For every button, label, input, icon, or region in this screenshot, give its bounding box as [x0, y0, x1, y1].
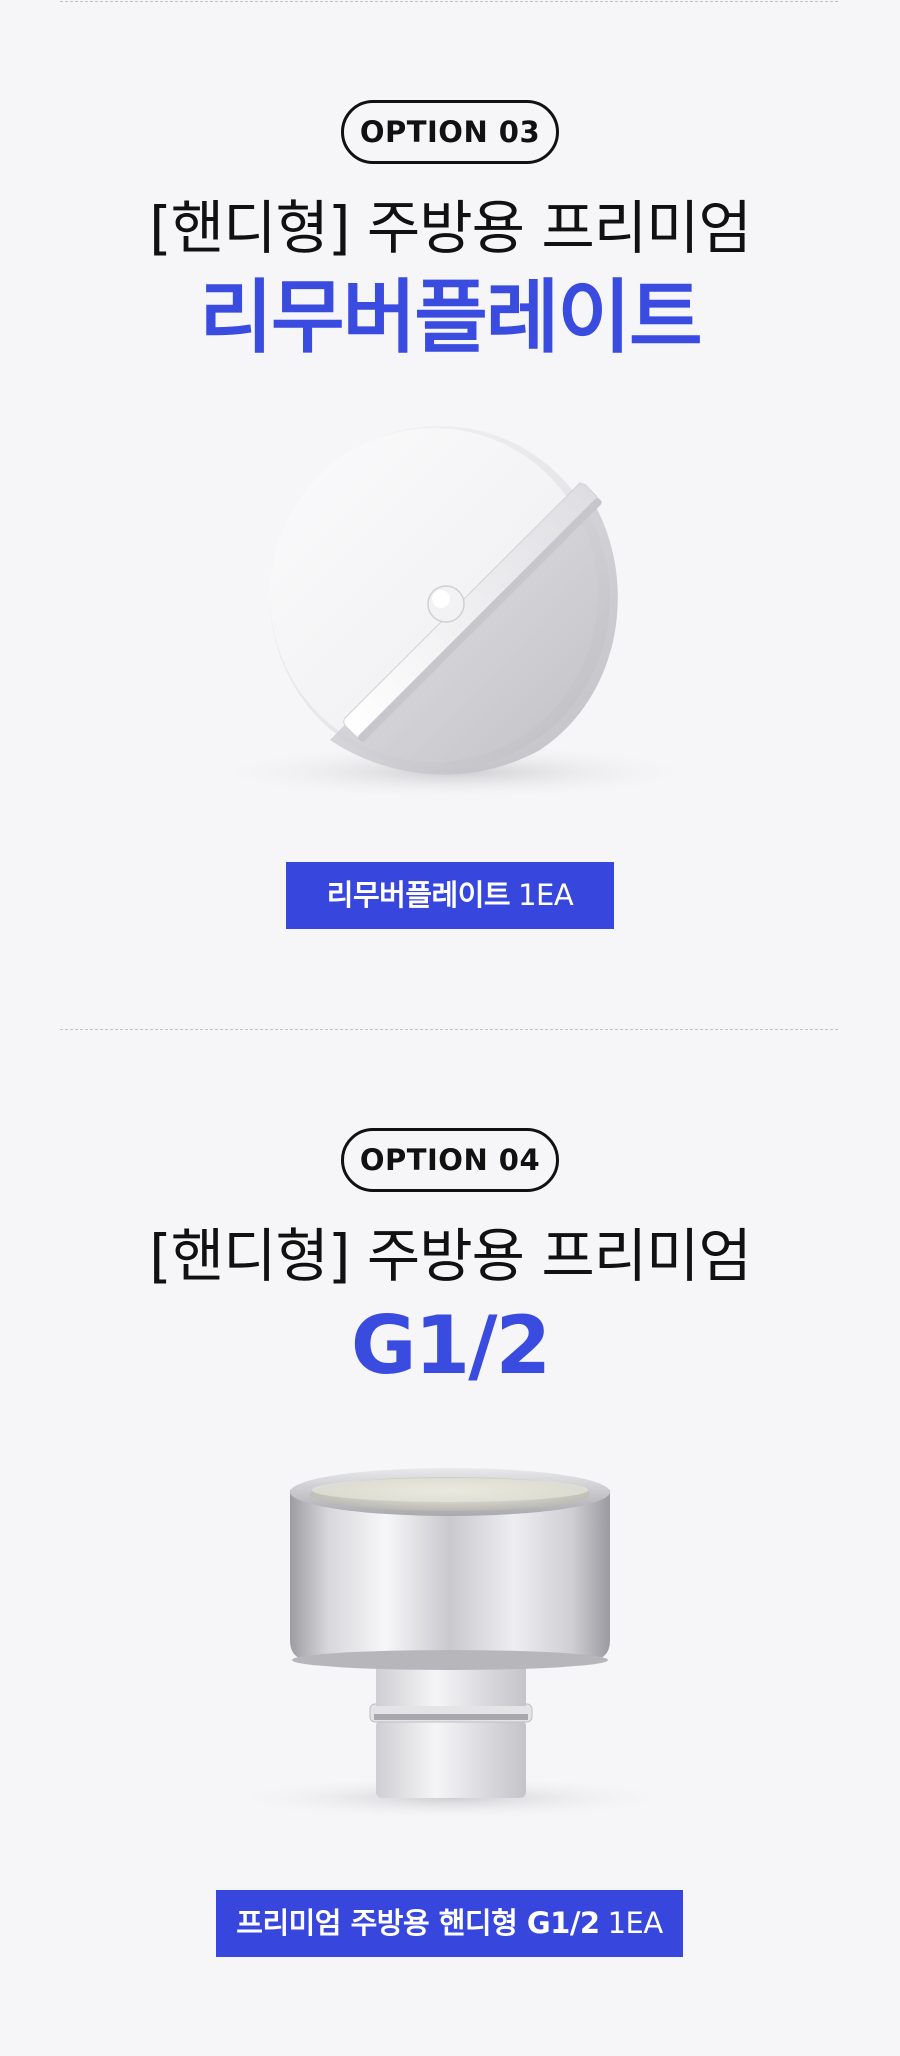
option-title: [핸디형] 주방용 프리미엄	[149, 1222, 752, 1290]
divider-middle	[60, 1029, 838, 1030]
option-subtitle: G1/2	[350, 1299, 551, 1392]
product-tag-g12-fitting: 프리미엄 주방용 핸디형 G1/2 1EA	[216, 1890, 683, 1957]
option-04-header: OPTION 04 [핸디형] 주방용 프리미엄 G1/2	[0, 1128, 900, 1394]
tag-product-name: 프리미엄 주방용 핸디형 G1/2	[236, 1906, 600, 1940]
option-badge: OPTION 03	[340, 100, 560, 164]
option-subtitle: 리무버플레이트	[199, 271, 702, 364]
option-badge: OPTION 04	[340, 1128, 560, 1192]
g12-fitting-image	[220, 1468, 680, 1820]
tag-quantity: 1EA	[518, 878, 574, 912]
option-03-header: OPTION 03 [핸디형] 주방용 프리미엄 리무버플레이트	[0, 100, 900, 366]
tag-product-name: 리무버플레이트	[326, 878, 511, 912]
tag-quantity: 1EA	[607, 1906, 664, 1940]
remover-plate-image	[205, 426, 705, 800]
option-title: [핸디형] 주방용 프리미엄	[149, 194, 752, 262]
product-tag-remover-plate: 리무버플레이트 1EA	[286, 862, 614, 929]
divider-top	[60, 1, 838, 2]
